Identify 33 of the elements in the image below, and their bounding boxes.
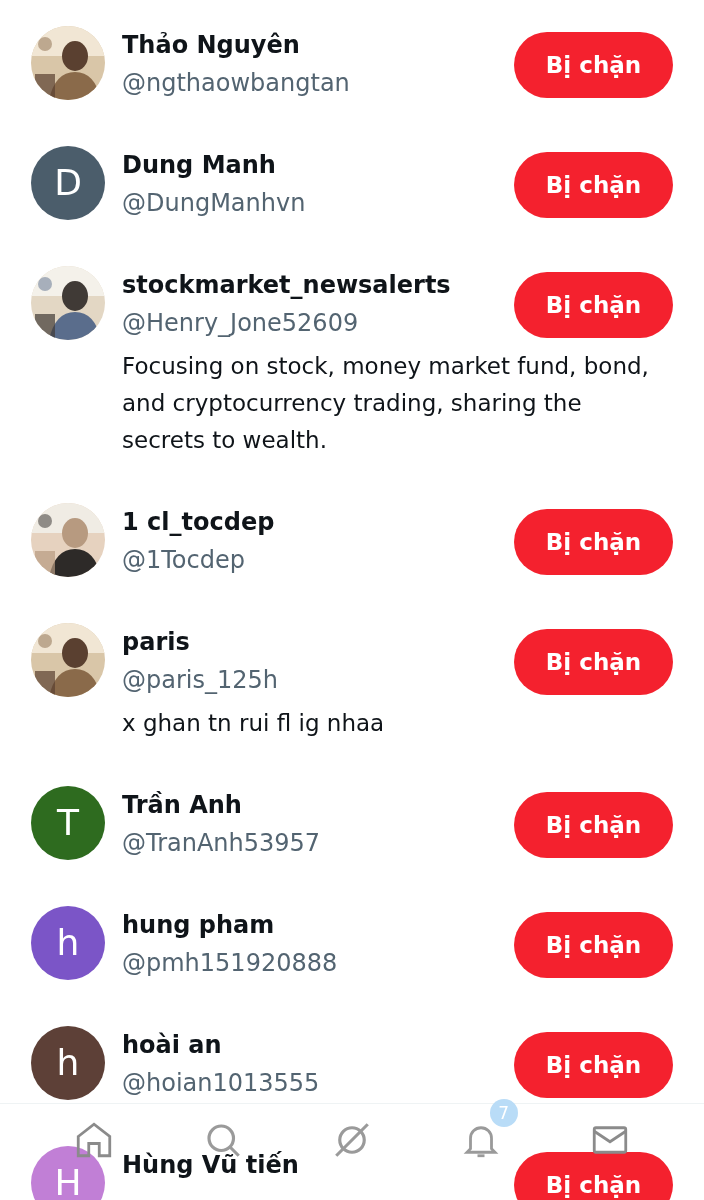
display-name[interactable]: Hùng Vũ tiến [122,1146,514,1184]
avatar[interactable]: h [31,906,105,980]
username: @ngthaowbangtan [122,68,351,99]
display-name[interactable]: hoài an [122,1026,514,1064]
display-name[interactable]: Trần Anh [122,786,514,824]
avatar[interactable]: h [31,1026,105,1100]
blocked-button[interactable]: Bị chặn [514,1032,673,1098]
username: @paris_125h [122,665,279,696]
blocked-button[interactable]: Bị chặn [514,1152,673,1200]
display-name[interactable]: stockmarket_newsalerts [122,266,514,304]
display-name[interactable]: Dung Manh [122,146,514,184]
bio-text: x ghan tn rui fl ig nhaa [122,709,386,738]
username: @DungManhvn [122,188,307,219]
blocked-button[interactable]: Bị chặn [514,272,673,338]
avatar[interactable]: T [31,786,105,860]
avatar[interactable]: D [31,146,105,220]
notification-badge: 7 [489,1099,518,1127]
blocked-button[interactable]: Bị chặn [514,32,673,98]
username: @1Tocdep [122,545,246,576]
blocked-button[interactable]: Bị chặn [514,509,673,575]
display-name[interactable]: Thảo Nguyên [122,26,514,64]
username: @Henry_Jone52609 [122,308,360,339]
display-name[interactable]: 1 cl_tocdep [122,503,514,541]
username: @hoian1013555 [122,1068,321,1099]
username: @TranAnh53957 [122,828,322,859]
blocked-button[interactable]: Bị chặn [514,629,673,695]
blocked-button[interactable]: Bị chặn [514,912,673,978]
username: @pmh151920888 [122,948,339,979]
blocked-button[interactable]: Bị chặn [514,792,673,858]
bio-text: Focusing on stock, money market fund, bond, and cryptocurrency trading, sharing the secrets to wealth. [122,352,650,455]
display-name[interactable]: paris [122,623,514,661]
blocked-button[interactable]: Bị chặn [514,152,673,218]
display-name[interactable]: hung pham [122,906,514,944]
